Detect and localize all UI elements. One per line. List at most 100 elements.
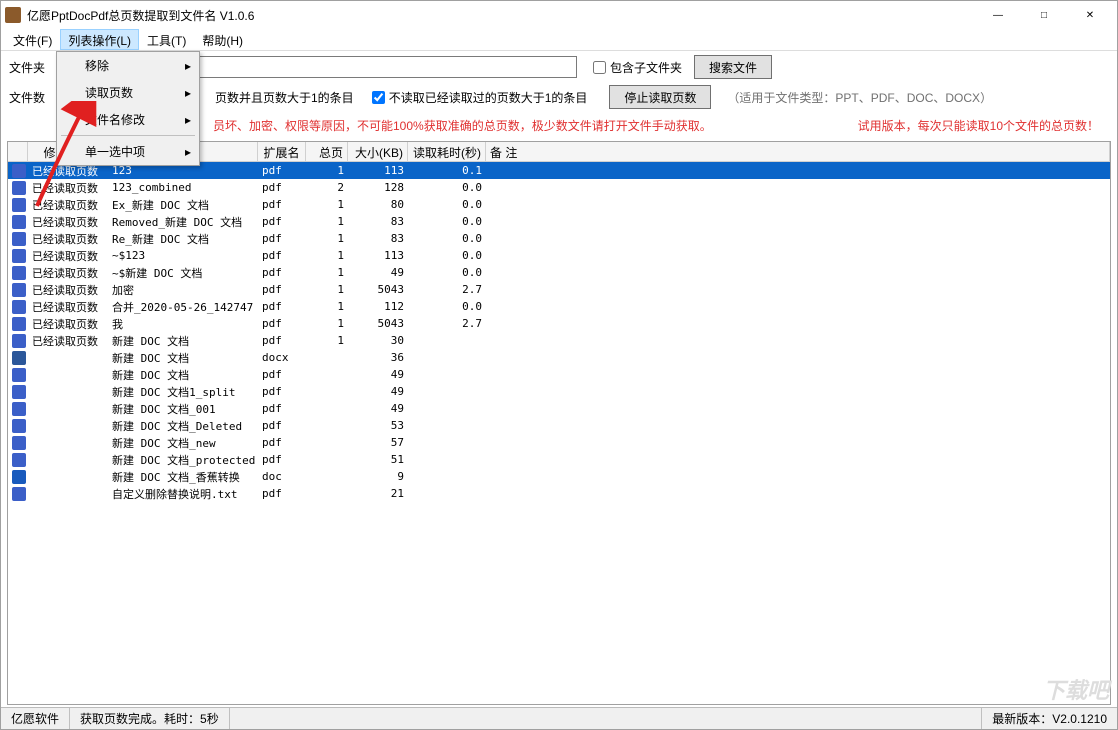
cell-size: 83 bbox=[348, 232, 408, 245]
pdf-file-icon bbox=[12, 334, 26, 348]
subfolder-checkbox[interactable] bbox=[593, 61, 606, 74]
cell-name: Re_新建 DOC 文档 bbox=[108, 231, 258, 247]
list-operations-menu: 移除▸ 读取页数▸ 文件名修改▸ 单一选中项▸ bbox=[56, 51, 200, 166]
pdf-file-icon bbox=[12, 198, 26, 212]
table-row[interactable]: 已经读取页数~$123pdf11130.0 bbox=[8, 247, 1110, 264]
cell-name: ~$新建 DOC 文档 bbox=[108, 265, 258, 281]
col-size[interactable]: 大小(KB) bbox=[348, 142, 408, 161]
cell-name: 加密 bbox=[108, 282, 258, 298]
table-row[interactable]: 已经读取页数我pdf150432.7 bbox=[8, 315, 1110, 332]
skip-read-label: 不读取已经读取过的页数大于1的条目 bbox=[389, 89, 588, 106]
table-row[interactable]: 已经读取页数123_combinedpdf21280.0 bbox=[8, 179, 1110, 196]
row-icon bbox=[8, 368, 28, 382]
cell-size: 113 bbox=[348, 249, 408, 262]
filecount-label: 文件数 bbox=[9, 89, 53, 106]
col-ext[interactable]: 扩展名 bbox=[258, 142, 306, 161]
cell-pages: 2 bbox=[306, 181, 348, 194]
table-body[interactable]: 已经读取页数123pdf11130.1已经读取页数123_combinedpdf… bbox=[8, 162, 1110, 704]
cell-name: 新建 DOC 文档1_split bbox=[108, 384, 258, 400]
doc-file-icon bbox=[12, 470, 26, 484]
pdf-file-icon bbox=[12, 385, 26, 399]
cell-ext: pdf bbox=[258, 300, 306, 313]
table-row[interactable]: 新建 DOC 文档1_splitpdf49 bbox=[8, 383, 1110, 400]
table-row[interactable]: 新建 DOC 文档pdf49 bbox=[8, 366, 1110, 383]
window-title: 亿愿PptDocPdf总页数提取到文件名 V1.0.6 bbox=[27, 7, 975, 24]
cell-name: Ex_新建 DOC 文档 bbox=[108, 197, 258, 213]
menu-file[interactable]: 文件(F) bbox=[5, 29, 60, 50]
col-icon[interactable] bbox=[8, 142, 28, 161]
table-row[interactable]: 已经读取页数加密pdf150432.7 bbox=[8, 281, 1110, 298]
cell-time: 0.0 bbox=[408, 266, 486, 279]
cell-ext: pdf bbox=[258, 249, 306, 262]
cell-status: 已经读取页数 bbox=[28, 180, 108, 196]
cell-ext: pdf bbox=[258, 436, 306, 449]
pdf-file-icon bbox=[12, 249, 26, 263]
cell-time: 0.0 bbox=[408, 181, 486, 194]
table-row[interactable]: 已经读取页数~$新建 DOC 文档pdf1490.0 bbox=[8, 264, 1110, 281]
stop-read-button[interactable]: 停止读取页数 bbox=[609, 85, 711, 109]
cell-name: 新建 DOC 文档_protected bbox=[108, 452, 258, 468]
cell-size: 113 bbox=[348, 164, 408, 177]
table-row[interactable]: 新建 DOC 文档_protectedpdf51 bbox=[8, 451, 1110, 468]
table-row[interactable]: 新建 DOC 文档_Deletedpdf53 bbox=[8, 417, 1110, 434]
cell-name: 新建 DOC 文档 bbox=[108, 350, 258, 366]
table-row[interactable]: 新建 DOC 文档_香蕉转换doc9 bbox=[8, 468, 1110, 485]
cell-status: 已经读取页数 bbox=[28, 231, 108, 247]
search-files-button[interactable]: 搜索文件 bbox=[694, 55, 772, 79]
cell-time: 0.0 bbox=[408, 198, 486, 211]
trial-text: 试用版本，每次只能读取10个文件的总页数！ bbox=[858, 117, 1109, 134]
cell-size: 5043 bbox=[348, 283, 408, 296]
col-note[interactable]: 备 注 bbox=[486, 142, 1110, 161]
cell-name: 新建 DOC 文档 bbox=[108, 333, 258, 349]
row-icon bbox=[8, 470, 28, 484]
cell-size: 112 bbox=[348, 300, 408, 313]
pdf-file-icon bbox=[12, 317, 26, 331]
menu-read-pages[interactable]: 读取页数▸ bbox=[57, 79, 199, 106]
statusbar: 亿愿软件 获取页数完成。耗时：5秒 最新版本：V2.0.1210 bbox=[1, 707, 1117, 729]
cell-ext: pdf bbox=[258, 215, 306, 228]
window-controls: — □ ✕ bbox=[975, 1, 1113, 29]
cell-ext: pdf bbox=[258, 334, 306, 347]
skip-read-checkbox[interactable] bbox=[372, 91, 385, 104]
minimize-button[interactable]: — bbox=[975, 1, 1021, 29]
col-time[interactable]: 读取耗时(秒) bbox=[408, 142, 486, 161]
cell-size: 9 bbox=[348, 470, 408, 483]
chevron-right-icon: ▸ bbox=[185, 86, 191, 100]
cell-status: 已经读取页数 bbox=[28, 333, 108, 349]
col-pages[interactable]: 总页数 bbox=[306, 142, 348, 161]
table-row[interactable]: 已经读取页数合并_2020-05-26_142747pdf11120.0 bbox=[8, 298, 1110, 315]
cell-ext: pdf bbox=[258, 317, 306, 330]
table-row[interactable]: 已经读取页数Re_新建 DOC 文档pdf1830.0 bbox=[8, 230, 1110, 247]
menu-separator bbox=[61, 135, 195, 136]
menu-list-operations[interactable]: 列表操作(L) bbox=[60, 29, 139, 50]
table-row[interactable]: 新建 DOC 文档_001pdf49 bbox=[8, 400, 1110, 417]
cell-pages: 1 bbox=[306, 249, 348, 262]
maximize-button[interactable]: □ bbox=[1021, 1, 1067, 29]
menu-single-select[interactable]: 单一选中项▸ bbox=[57, 138, 199, 165]
cell-name: 123_combined bbox=[108, 181, 258, 194]
table-row[interactable]: 已经读取页数Removed_新建 DOC 文档pdf1830.0 bbox=[8, 213, 1110, 230]
row-icon bbox=[8, 232, 28, 246]
menu-tools[interactable]: 工具(T) bbox=[139, 29, 194, 50]
cell-ext: pdf bbox=[258, 402, 306, 415]
table-row[interactable]: 已经读取页数Ex_新建 DOC 文档pdf1800.0 bbox=[8, 196, 1110, 213]
cell-status: 已经读取页数 bbox=[28, 214, 108, 230]
cell-ext: pdf bbox=[258, 385, 306, 398]
docx-file-icon bbox=[12, 351, 26, 365]
table-row[interactable]: 自定义删除替换说明.txtpdf21 bbox=[8, 485, 1110, 502]
cell-pages: 1 bbox=[306, 300, 348, 313]
table-row[interactable]: 新建 DOC 文档_newpdf57 bbox=[8, 434, 1110, 451]
cell-pages: 1 bbox=[306, 164, 348, 177]
table-row[interactable]: 新建 DOC 文档docx36 bbox=[8, 349, 1110, 366]
table-row[interactable]: 已经读取页数新建 DOC 文档pdf130 bbox=[8, 332, 1110, 349]
menu-remove[interactable]: 移除▸ bbox=[57, 52, 199, 79]
cell-time: 0.1 bbox=[408, 164, 486, 177]
row-icon bbox=[8, 198, 28, 212]
menu-rename[interactable]: 文件名修改▸ bbox=[57, 106, 199, 133]
close-button[interactable]: ✕ bbox=[1067, 1, 1113, 29]
cell-size: 30 bbox=[348, 334, 408, 347]
row-icon bbox=[8, 487, 28, 501]
cell-name: 合并_2020-05-26_142747 bbox=[108, 299, 258, 315]
menu-help[interactable]: 帮助(H) bbox=[194, 29, 251, 50]
pdf-file-icon bbox=[12, 402, 26, 416]
